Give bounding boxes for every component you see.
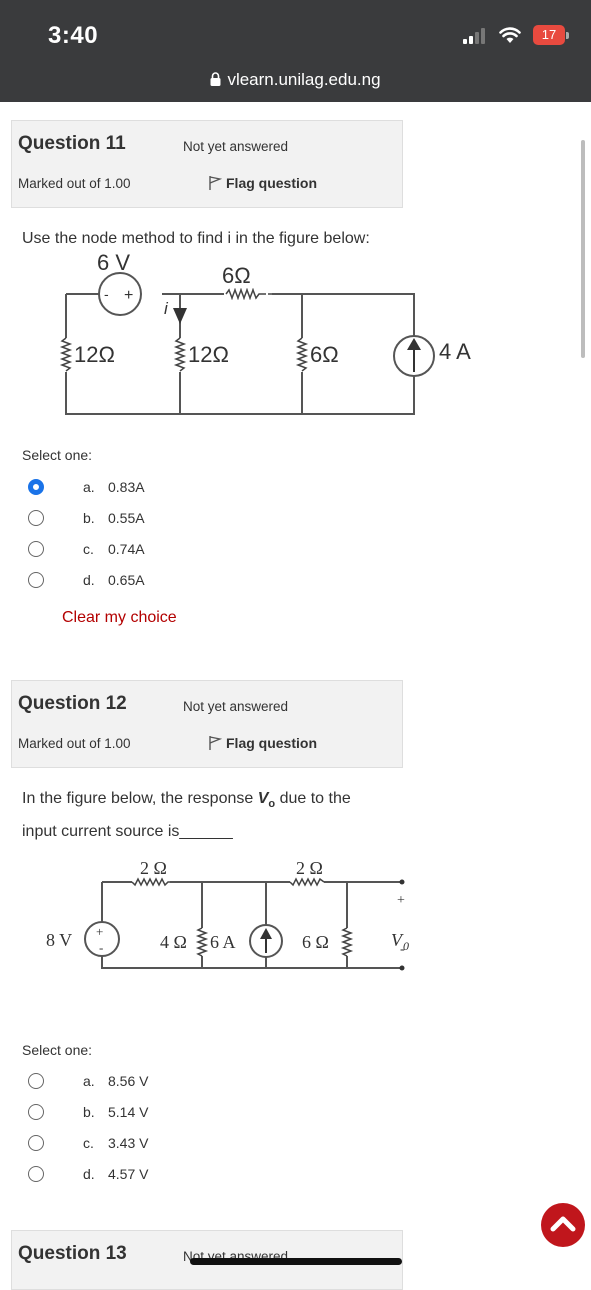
flag-icon bbox=[209, 736, 223, 750]
battery-tip bbox=[566, 32, 569, 39]
select-one-label: Select one: bbox=[22, 1042, 93, 1058]
radio-button[interactable] bbox=[28, 1073, 44, 1089]
question-number: Question 12 bbox=[18, 693, 127, 714]
question-text-12: In the figure below, the response Vo due… bbox=[22, 785, 351, 846]
flag-icon bbox=[209, 176, 223, 190]
option-letter: a. bbox=[83, 1073, 95, 1089]
cellular-signal-icon bbox=[463, 28, 485, 44]
question-number: Question 13 bbox=[18, 1243, 127, 1264]
battery-icon: 17 bbox=[533, 25, 565, 45]
option-text: 0.65A bbox=[108, 572, 145, 588]
answer-option-d[interactable]: d. 0.65A bbox=[28, 571, 328, 593]
option-text: 0.74A bbox=[108, 541, 145, 557]
output-terminal-top bbox=[399, 879, 405, 885]
option-text: 0.83A bbox=[108, 479, 145, 495]
option-letter: d. bbox=[83, 1166, 95, 1182]
radio-button[interactable] bbox=[28, 1104, 44, 1120]
option-letter: c. bbox=[83, 1135, 94, 1151]
question-grade: Marked out of 1.00 bbox=[18, 736, 131, 751]
question-grade: Marked out of 1.00 bbox=[18, 176, 131, 191]
flag-question-label: Flag question bbox=[226, 735, 317, 751]
circuit-figure-q11: - + 6 V 6Ω i 12Ω 12Ω 6Ω 4 A bbox=[59, 250, 471, 415]
status-bar: 3:40 17 vlearn.unilag.edu.ng bbox=[0, 0, 591, 102]
current-arrow bbox=[173, 308, 187, 324]
flag-question-button[interactable]: Flag question bbox=[208, 735, 317, 751]
scrollbar[interactable] bbox=[581, 140, 585, 358]
resistor-6-ohm bbox=[340, 927, 354, 957]
vs-minus: - bbox=[99, 940, 103, 955]
output-label-sub: 0 bbox=[403, 939, 409, 953]
top-resistor-label: 6Ω bbox=[222, 263, 251, 288]
option-letter: b. bbox=[83, 1104, 95, 1120]
option-text: 0.55A bbox=[108, 510, 145, 526]
answer-option-b[interactable]: b. 5.14 V bbox=[28, 1103, 328, 1125]
address-bar[interactable]: vlearn.unilag.edu.ng bbox=[0, 70, 591, 90]
resistor-1-label: 12Ω bbox=[74, 342, 115, 367]
back-to-top-button[interactable] bbox=[541, 1203, 585, 1247]
top-resistor-1-label: 2 Ω bbox=[140, 858, 167, 878]
vs-plus: + bbox=[124, 287, 133, 304]
output-terminal-bottom bbox=[399, 965, 405, 971]
current-source-label: 4 A bbox=[439, 339, 471, 364]
option-text: 8.56 V bbox=[108, 1073, 149, 1089]
option-letter: a. bbox=[83, 479, 95, 495]
home-indicator[interactable] bbox=[190, 1258, 402, 1265]
resistor-2-label: 12Ω bbox=[188, 342, 229, 367]
option-text: 3.43 V bbox=[108, 1135, 149, 1151]
voltage-source-label: 6 V bbox=[97, 250, 130, 275]
option-letter: d. bbox=[83, 572, 95, 588]
answer-option-c[interactable]: c. 3.43 V bbox=[28, 1134, 328, 1156]
select-one-label: Select one: bbox=[22, 447, 93, 463]
resistor-4-ohm bbox=[195, 927, 209, 957]
radio-button[interactable] bbox=[28, 1166, 44, 1182]
url-text: vlearn.unilag.edu.ng bbox=[227, 70, 381, 89]
option-text: 4.57 V bbox=[108, 1166, 149, 1182]
option-letter: c. bbox=[83, 541, 94, 557]
output-plus: + bbox=[397, 893, 405, 908]
radio-button[interactable] bbox=[28, 1135, 44, 1151]
current-label: i bbox=[164, 299, 169, 318]
flag-question-label: Flag question bbox=[226, 175, 317, 191]
clock: 3:40 bbox=[48, 22, 99, 49]
radio-button[interactable] bbox=[28, 479, 44, 495]
option-text: 5.14 V bbox=[108, 1104, 149, 1120]
answer-option-c[interactable]: c. 0.74A bbox=[28, 540, 328, 562]
lock-icon bbox=[210, 72, 221, 86]
question-text-part1: In the figure below, the response bbox=[22, 790, 258, 807]
current-source-label: 6 A bbox=[210, 932, 236, 952]
answer-option-d[interactable]: d. 4.57 V bbox=[28, 1165, 328, 1187]
clear-choice-link[interactable]: Clear my choice bbox=[62, 609, 177, 627]
resistor-3-label: 6Ω bbox=[310, 342, 339, 367]
flag-question-button[interactable]: Flag question bbox=[208, 175, 317, 191]
question-state: Not yet answered bbox=[183, 139, 289, 154]
radio-button[interactable] bbox=[28, 510, 44, 526]
answer-option-b[interactable]: b. 0.55A bbox=[28, 509, 328, 531]
question-text-line2: input current source is______ bbox=[22, 823, 233, 841]
resistor-4-ohm-label: 4 Ω bbox=[160, 932, 187, 952]
vs-plus: + bbox=[96, 924, 103, 939]
question-info-11: Question 11 Not yet answered Marked out … bbox=[11, 120, 403, 208]
voltage-source-label: 8 V bbox=[46, 930, 72, 950]
chevron-up-icon bbox=[550, 1216, 576, 1232]
question-variable: V bbox=[257, 790, 269, 807]
option-letter: b. bbox=[83, 510, 95, 526]
resistor-6-ohm-label: 6 Ω bbox=[302, 932, 329, 952]
question-state: Not yet answered bbox=[183, 699, 289, 714]
radio-button[interactable] bbox=[28, 572, 44, 588]
answer-option-a[interactable]: a. 0.83A bbox=[28, 478, 328, 500]
question-text-part2: due to the bbox=[275, 790, 351, 807]
question-info-12: Question 12 Not yet answered Marked out … bbox=[11, 680, 403, 768]
vs-minus: - bbox=[104, 286, 109, 302]
answer-option-a[interactable]: a. 8.56 V bbox=[28, 1072, 328, 1094]
top-resistor-2-label: 2 Ω bbox=[296, 858, 323, 878]
question-number: Question 11 bbox=[18, 133, 126, 154]
circuit-figure-q12: + - 8 V 2 Ω 2 Ω 4 Ω 6 A 6 Ω + - V 0 bbox=[46, 858, 409, 971]
wifi-icon bbox=[499, 27, 521, 43]
radio-button[interactable] bbox=[28, 541, 44, 557]
